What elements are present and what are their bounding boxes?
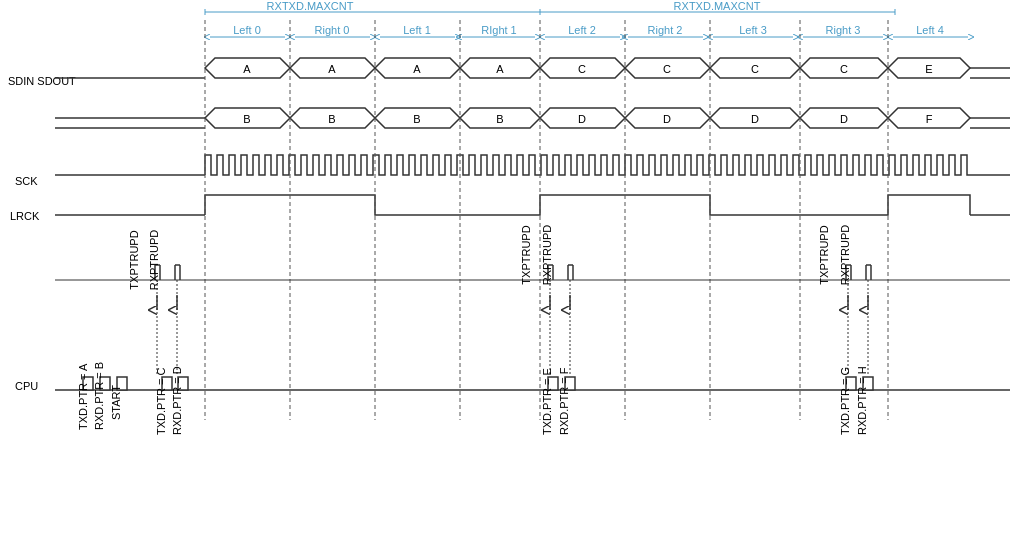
sdout-cell-5: C [663, 63, 671, 75]
cpu-label-rxd-b: RXD.PTR = B [93, 362, 105, 430]
slot-label-left4: Left 4 [916, 24, 944, 36]
cpu-label-rxd-d: RXD.PTR = D [171, 366, 183, 435]
slot-label-right3: Right 3 [826, 24, 861, 36]
sdin-cell-8: F [926, 113, 933, 125]
txptrupd-label-1: TXPTRUPD [128, 230, 140, 289]
sck-label: SCK [15, 175, 38, 187]
maxcnt-label-1: RXTXD.MAXCNT [267, 0, 354, 12]
cpu-label-txd-a: TXD.PTR = A [77, 363, 89, 430]
sdout-cell-6: C [751, 63, 759, 75]
slot-label-right0: Right 0 [315, 24, 350, 36]
sdin-cell-5: D [663, 113, 671, 125]
slot-label-left1: Left 1 [403, 24, 431, 36]
rxptrupd-label-3: RXPTRUPD [839, 225, 851, 286]
slot-label-left2: Left 2 [568, 24, 596, 36]
slot-label-right2: Right 2 [648, 24, 683, 36]
sdin-cell-1: B [328, 113, 335, 125]
sdout-cell-0: A [243, 63, 251, 75]
cpu-label-txd-e: TXD.PTR = E [541, 368, 553, 435]
cpu-label-txd-g: TXD.PTR = G [839, 367, 851, 435]
cpu-label: CPU [15, 380, 38, 392]
sdout-cell-8: E [925, 63, 932, 75]
sdin-cell-7: D [840, 113, 848, 125]
lrck-label: LRCK [10, 210, 40, 222]
slot-label-left0: Left 0 [233, 24, 261, 36]
sdin-cell-3: B [496, 113, 503, 125]
txptrupd-label-3: TXPTRUPD [818, 225, 830, 284]
maxcnt-label-2: RXTXD.MAXCNT [674, 0, 761, 12]
sdin-cell-4: D [578, 113, 586, 125]
sdout-label: SDIN SDOUT [8, 75, 76, 87]
sdin-cell-0: B [243, 113, 250, 125]
rxptrupd-label-2: RXPTRUPD [541, 225, 553, 286]
sdout-cell-1: A [328, 63, 336, 75]
sdout-cell-7: C [840, 63, 848, 75]
slot-label-right1: RIght 1 [481, 24, 516, 36]
sdout-cell-4: C [578, 63, 586, 75]
slot-label-left3: Left 3 [739, 24, 767, 36]
sdin-cell-2: B [413, 113, 420, 125]
sdout-cell-3: A [496, 63, 504, 75]
cpu-label-txd-c: TXD.PTR = C [155, 367, 167, 435]
cpu-label-rxd-h: RXD.PTR = H [856, 366, 868, 435]
cpu-label-start: START [110, 385, 122, 420]
rxptrupd-label-1: RXPTRUPD [148, 230, 160, 291]
sdin-cell-6: D [751, 113, 759, 125]
sdout-cell-2: A [413, 63, 421, 75]
txptrupd-label-2: TXPTRUPD [520, 225, 532, 284]
cpu-label-rxd-f: RXD.PTR = F [558, 367, 570, 435]
